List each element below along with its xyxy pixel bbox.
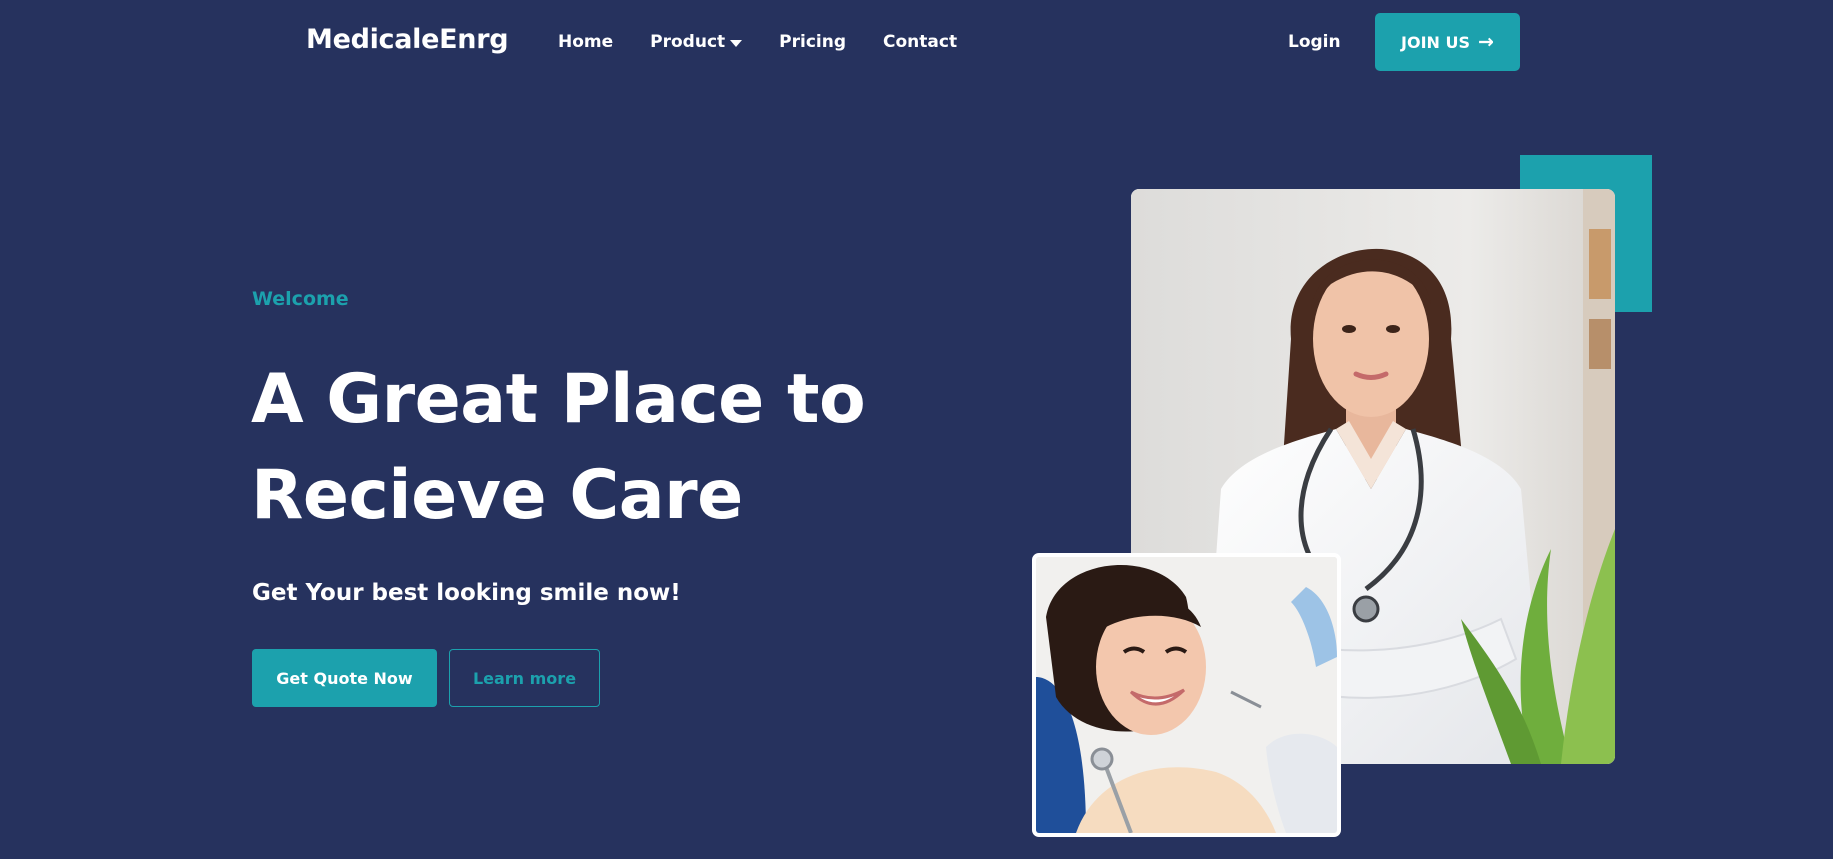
chevron-down-icon bbox=[730, 39, 743, 47]
hero-headline-line-1: A Great Place to bbox=[251, 360, 866, 439]
join-us-button[interactable]: JOIN US → bbox=[1375, 13, 1520, 71]
patient-illustration bbox=[1036, 557, 1337, 833]
main-nav: Home Product Pricing Contact bbox=[558, 32, 957, 52]
nav-item-pricing[interactable]: Pricing bbox=[779, 32, 846, 52]
nav-item-label: Pricing bbox=[779, 32, 847, 52]
patient-photo bbox=[1032, 553, 1341, 837]
nav-item-label: Contact bbox=[883, 32, 958, 52]
hero-eyebrow: Welcome bbox=[252, 288, 349, 310]
nav-item-label: Product bbox=[650, 32, 726, 52]
nav-item-product[interactable]: Product bbox=[650, 32, 743, 52]
get-quote-button[interactable]: Get Quote Now bbox=[252, 649, 437, 707]
hero-headline-line-2: Recieve Care bbox=[251, 456, 743, 535]
landing-page: MedicaleEnrg Home Product Pricing Contac… bbox=[0, 0, 1833, 859]
hero-subheadline: Get Your best looking smile now! bbox=[252, 580, 681, 606]
hero-headline: A Great Place to Recieve Care bbox=[251, 352, 891, 544]
learn-more-button[interactable]: Learn more bbox=[449, 649, 600, 707]
brand-logo[interactable]: MedicaleEnrg bbox=[306, 24, 509, 55]
nav-item-label: Home bbox=[558, 32, 614, 52]
join-us-label: JOIN US bbox=[1401, 32, 1471, 52]
login-link[interactable]: Login bbox=[1288, 32, 1341, 52]
arrow-right-icon: → bbox=[1478, 30, 1494, 53]
nav-item-contact[interactable]: Contact bbox=[883, 32, 957, 52]
nav-item-home[interactable]: Home bbox=[558, 32, 613, 52]
